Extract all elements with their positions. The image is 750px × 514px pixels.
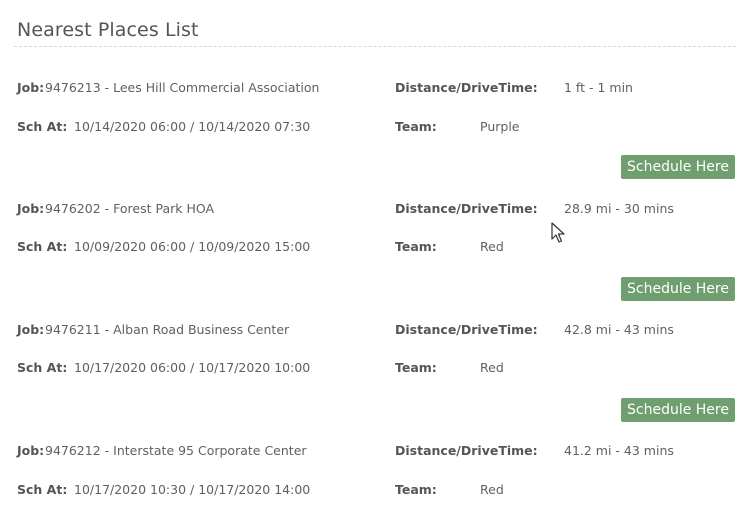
mouse-pointer-icon (551, 222, 565, 243)
schedule-row: Sch At: 10/14/2020 06:00 / 10/14/2020 07… (0, 116, 750, 138)
title-divider (14, 46, 736, 47)
sch-at-label: Sch At: (17, 482, 68, 497)
job-label: Job: (17, 322, 45, 337)
sch-at-label: Sch At: (17, 360, 68, 375)
team-label: Team: (395, 482, 437, 497)
sch-at-value: 10/17/2020 06:00 / 10/17/2020 10:00 (74, 360, 311, 375)
team-value: Red (480, 482, 504, 497)
sch-at-label: Sch At: (17, 239, 68, 254)
sch-at-label: Sch At: (17, 119, 68, 134)
sch-at-value: 10/09/2020 06:00 / 10/09/2020 15:00 (74, 239, 311, 254)
distance-value: 42.8 mi - 43 mins (564, 322, 674, 337)
distance-label: Distance/DriveTime: (395, 443, 538, 458)
distance-label: Distance/DriveTime: (395, 322, 538, 337)
nearest-places-panel: Nearest Places List Job: 9476213 - Lees … (0, 0, 750, 514)
schedule-row: Sch At: 10/17/2020 06:00 / 10/17/2020 10… (0, 357, 750, 379)
distance-value: 1 ft - 1 min (564, 80, 633, 95)
distance-value: 28.9 mi - 30 mins (564, 201, 674, 216)
job-value: 9476211 - Alban Road Business Center (45, 322, 290, 337)
schedule-here-button[interactable]: Schedule Here (621, 398, 735, 422)
team-value: Red (480, 360, 504, 375)
job-value: 9476212 - Interstate 95 Corporate Center (45, 443, 307, 458)
job-value: 9476202 - Forest Park HOA (45, 201, 215, 216)
schedule-here-button[interactable]: Schedule Here (621, 277, 735, 301)
team-value: Red (480, 239, 504, 254)
job-label: Job: (17, 201, 45, 216)
job-value: 9476213 - Lees Hill Commercial Associati… (45, 80, 320, 95)
distance-label: Distance/DriveTime: (395, 80, 538, 95)
job-row: Job: 9476202 - Forest Park HOA Distance/… (0, 198, 750, 220)
panel-title: Nearest Places List (17, 19, 199, 41)
job-row: Job: 9476213 - Lees Hill Commercial Asso… (0, 77, 750, 99)
team-label: Team: (395, 239, 437, 254)
job-row: Job: 9476211 - Alban Road Business Cente… (0, 319, 750, 341)
team-label: Team: (395, 360, 437, 375)
job-label: Job: (17, 443, 45, 458)
distance-label: Distance/DriveTime: (395, 201, 538, 216)
schedule-here-button[interactable]: Schedule Here (621, 155, 735, 179)
sch-at-value: 10/14/2020 06:00 / 10/14/2020 07:30 (74, 119, 311, 134)
schedule-row: Sch At: 10/17/2020 10:30 / 10/17/2020 14… (0, 479, 750, 501)
sch-at-value: 10/17/2020 10:30 / 10/17/2020 14:00 (74, 482, 311, 497)
team-label: Team: (395, 119, 437, 134)
job-label: Job: (17, 80, 45, 95)
job-row: Job: 9476212 - Interstate 95 Corporate C… (0, 440, 750, 462)
distance-value: 41.2 mi - 43 mins (564, 443, 674, 458)
schedule-row: Sch At: 10/09/2020 06:00 / 10/09/2020 15… (0, 236, 750, 258)
team-value: Purple (480, 119, 520, 134)
